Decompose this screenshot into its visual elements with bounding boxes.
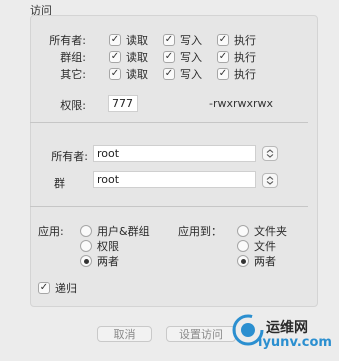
radio-icon <box>237 240 249 252</box>
owner-permission-label: 所有者: <box>49 34 86 47</box>
radio-selected-icon <box>80 255 92 267</box>
cancel-button[interactable]: 取消 <box>97 326 152 342</box>
owner-read-checkbox[interactable]: ✓ 读取 <box>109 32 148 48</box>
read-label: 读取 <box>126 34 148 47</box>
checkmark-icon: ✓ <box>109 51 121 63</box>
mode-input[interactable]: 777 <box>108 95 138 112</box>
checkmark-icon: ✓ <box>109 34 121 46</box>
mode-label: 权限: <box>60 99 86 112</box>
watermark-url: iyunv.com <box>258 335 332 350</box>
symbolic-mode-text: -rwxrwxrwx <box>209 97 274 110</box>
apply-to-files[interactable]: 文件 <box>237 238 276 254</box>
other-permission-label: 其它: <box>60 68 86 81</box>
other-write-checkbox[interactable]: ✓ 写入 <box>163 66 202 82</box>
read-label: 读取 <box>126 51 148 64</box>
apply-to-both[interactable]: 两者 <box>237 253 276 269</box>
radio-icon <box>237 225 249 237</box>
execute-label: 执行 <box>234 51 256 64</box>
apply-option-permissions[interactable]: 权限 <box>80 238 119 254</box>
owner-stepper[interactable] <box>262 146 278 161</box>
write-label: 写入 <box>180 51 202 64</box>
set-access-button[interactable]: 设置访问 <box>166 326 236 342</box>
watermark-title: 运维网 <box>266 320 308 336</box>
other-read-checkbox[interactable]: ✓ 读取 <box>109 66 148 82</box>
checkmark-icon: ✓ <box>217 68 229 80</box>
divider <box>30 206 308 207</box>
checkmark-icon: ✓ <box>217 51 229 63</box>
checkmark-icon: ✓ <box>109 68 121 80</box>
owner-field[interactable]: root <box>93 145 256 162</box>
checkmark-icon: ✓ <box>163 34 175 46</box>
recursive-label: 递归 <box>55 282 77 295</box>
other-execute-checkbox[interactable]: ✓ 执行 <box>217 66 256 82</box>
owner-label: 所有者: <box>51 150 88 163</box>
checkmark-icon: ✓ <box>163 51 175 63</box>
apply-to-folders[interactable]: 文件夹 <box>237 223 287 239</box>
execute-label: 执行 <box>234 68 256 81</box>
group-stepper[interactable] <box>262 173 278 188</box>
owner-write-checkbox[interactable]: ✓ 写入 <box>163 32 202 48</box>
owner-execute-checkbox[interactable]: ✓ 执行 <box>217 32 256 48</box>
apply-to-label: 应用到： <box>178 225 222 238</box>
checkmark-icon: ✓ <box>38 282 50 294</box>
radio-icon <box>80 225 92 237</box>
apply-option-both[interactable]: 两者 <box>80 253 119 269</box>
radio-selected-icon <box>237 255 249 267</box>
apply-to-option-label: 两者 <box>254 255 276 268</box>
radio-icon <box>80 240 92 252</box>
divider <box>30 122 308 123</box>
checkmark-icon: ✓ <box>163 68 175 80</box>
group-permission-label: 群组: <box>60 51 86 64</box>
apply-option-label: 权限 <box>97 240 119 253</box>
group-write-checkbox[interactable]: ✓ 写入 <box>163 49 202 65</box>
apply-to-option-label: 文件夹 <box>254 225 287 238</box>
up-down-arrows-icon <box>266 176 274 185</box>
group-execute-checkbox[interactable]: ✓ 执行 <box>217 49 256 65</box>
apply-option-users-groups[interactable]: 用户&群组 <box>80 223 150 239</box>
checkmark-icon: ✓ <box>217 34 229 46</box>
recursive-checkbox[interactable]: ✓ 递归 <box>38 280 77 296</box>
read-label: 读取 <box>126 68 148 81</box>
group-field[interactable]: root <box>93 171 256 188</box>
group-read-checkbox[interactable]: ✓ 读取 <box>109 49 148 65</box>
up-down-arrows-icon <box>266 149 274 158</box>
apply-to-option-label: 文件 <box>254 240 276 253</box>
apply-option-label: 用户&群组 <box>97 225 150 238</box>
apply-label: 应用: <box>38 225 64 238</box>
group-label: 群 <box>54 177 65 190</box>
execute-label: 执行 <box>234 34 256 47</box>
write-label: 写入 <box>180 34 202 47</box>
write-label: 写入 <box>180 68 202 81</box>
apply-option-label: 两者 <box>97 255 119 268</box>
